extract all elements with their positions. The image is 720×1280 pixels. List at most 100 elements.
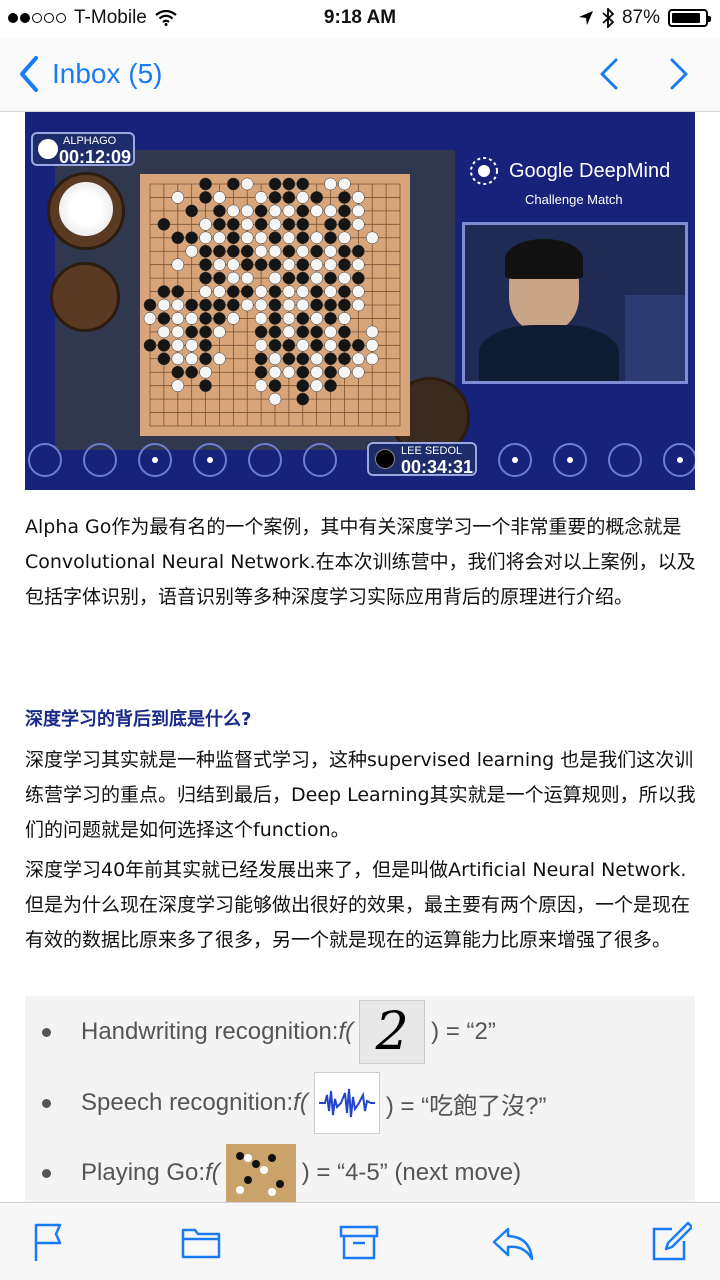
waveform-icon	[318, 1088, 375, 1118]
white-stone	[268, 271, 282, 285]
chevron-up-icon	[600, 58, 618, 90]
white-stone	[268, 365, 282, 379]
white-stone	[282, 258, 296, 271]
white-stone	[254, 298, 268, 312]
black-stone	[213, 218, 226, 231]
message-body[interactable]: ALPHAGO 00:12:09 LEE SEDOL 00:34:31 Goog…	[0, 112, 720, 1202]
black-stone	[199, 258, 212, 271]
white-stone	[171, 352, 185, 366]
white-stone	[282, 312, 296, 325]
black-stone	[268, 258, 282, 271]
black-stone	[254, 204, 268, 218]
white-stone	[199, 231, 212, 245]
white-stone	[324, 325, 337, 339]
black-stone	[324, 312, 337, 325]
black-stone	[185, 325, 198, 339]
black-stone	[268, 285, 282, 298]
flag-button[interactable]	[28, 1221, 70, 1263]
archive-button[interactable]	[338, 1221, 380, 1263]
white-stone	[254, 285, 268, 298]
black-stone	[227, 231, 240, 245]
white-stone	[213, 325, 226, 339]
black-stone	[338, 352, 351, 366]
white-stone	[282, 231, 296, 245]
white-stone	[171, 325, 185, 339]
deep-learning-examples-image: Handwriting recognition: f( 2 ) = “2” Sp…	[25, 996, 695, 1202]
slide-row-handwriting: Handwriting recognition: f( 2 ) = “2”	[25, 1000, 496, 1064]
white-stone	[213, 285, 226, 298]
slide-row-speech: Speech recognition: f( ) = “吃飽了沒?”	[25, 1072, 547, 1134]
black-stone	[324, 352, 337, 366]
black-stone	[296, 177, 310, 191]
chevron-left-icon	[20, 56, 38, 92]
black-stone	[268, 312, 282, 325]
black-stone	[324, 379, 337, 392]
white-stone	[338, 312, 351, 325]
black-stone	[352, 271, 365, 285]
move-to-folder-button[interactable]	[180, 1221, 222, 1263]
black-stone	[213, 271, 226, 285]
white-stone	[185, 339, 198, 352]
black-stone	[254, 365, 268, 379]
black-stone	[213, 312, 226, 325]
white-stone	[227, 258, 240, 271]
black-stone	[157, 218, 171, 231]
white-stone	[310, 204, 323, 218]
black-stone	[296, 258, 310, 271]
black-stone	[324, 218, 337, 231]
white-stone	[324, 285, 337, 298]
black-stone	[254, 218, 268, 231]
black-stone	[199, 312, 212, 325]
black-stone	[338, 285, 351, 298]
black-stone	[199, 191, 212, 204]
black-stone	[199, 379, 212, 392]
black-stone	[199, 298, 212, 312]
white-stone	[282, 298, 296, 312]
bluetooth-icon	[602, 8, 614, 28]
white-stone	[254, 244, 268, 258]
white-stone	[240, 231, 254, 245]
black-stone	[338, 204, 351, 218]
black-stone	[282, 339, 296, 352]
white-stone	[310, 231, 323, 245]
white-stone	[296, 244, 310, 258]
white-stone	[338, 271, 351, 285]
white-stone	[171, 191, 185, 204]
bottom-toolbar	[0, 1202, 720, 1280]
battery-percent: 87%	[621, 7, 660, 28]
black-stone	[296, 325, 310, 339]
white-stone	[310, 271, 323, 285]
black-stone	[324, 365, 337, 379]
white-stone	[213, 191, 226, 204]
battery-icon	[668, 9, 711, 27]
back-to-inbox-button[interactable]: Inbox (5)	[18, 54, 163, 94]
black-stone	[199, 177, 212, 191]
white-stone-icon	[38, 139, 58, 159]
compose-button[interactable]	[650, 1221, 694, 1263]
compose-icon	[652, 1221, 694, 1261]
reply-icon	[492, 1227, 534, 1261]
black-stone	[338, 339, 351, 352]
white-stone	[213, 258, 226, 271]
white-stone	[338, 231, 351, 245]
black-stone	[352, 244, 365, 258]
white-stone	[254, 191, 268, 204]
status-bar: T-Mobile 9:18 AM 87%	[0, 0, 720, 38]
white-stone	[171, 298, 185, 312]
black-stone	[296, 392, 310, 406]
white-stone	[296, 339, 310, 352]
white-stone	[338, 177, 351, 191]
black-stone	[227, 177, 240, 191]
white-stone	[352, 204, 365, 218]
black-stone	[199, 325, 212, 339]
white-stone	[185, 312, 198, 325]
white-stone	[352, 191, 365, 204]
black-stone	[324, 271, 337, 285]
previous-message-button[interactable]	[590, 54, 630, 94]
black-stone	[268, 191, 282, 204]
black-stone	[254, 258, 268, 271]
white-stone	[324, 244, 337, 258]
reply-button[interactable]	[490, 1221, 534, 1263]
location-arrow-icon	[578, 11, 593, 25]
next-message-button[interactable]	[658, 54, 698, 94]
